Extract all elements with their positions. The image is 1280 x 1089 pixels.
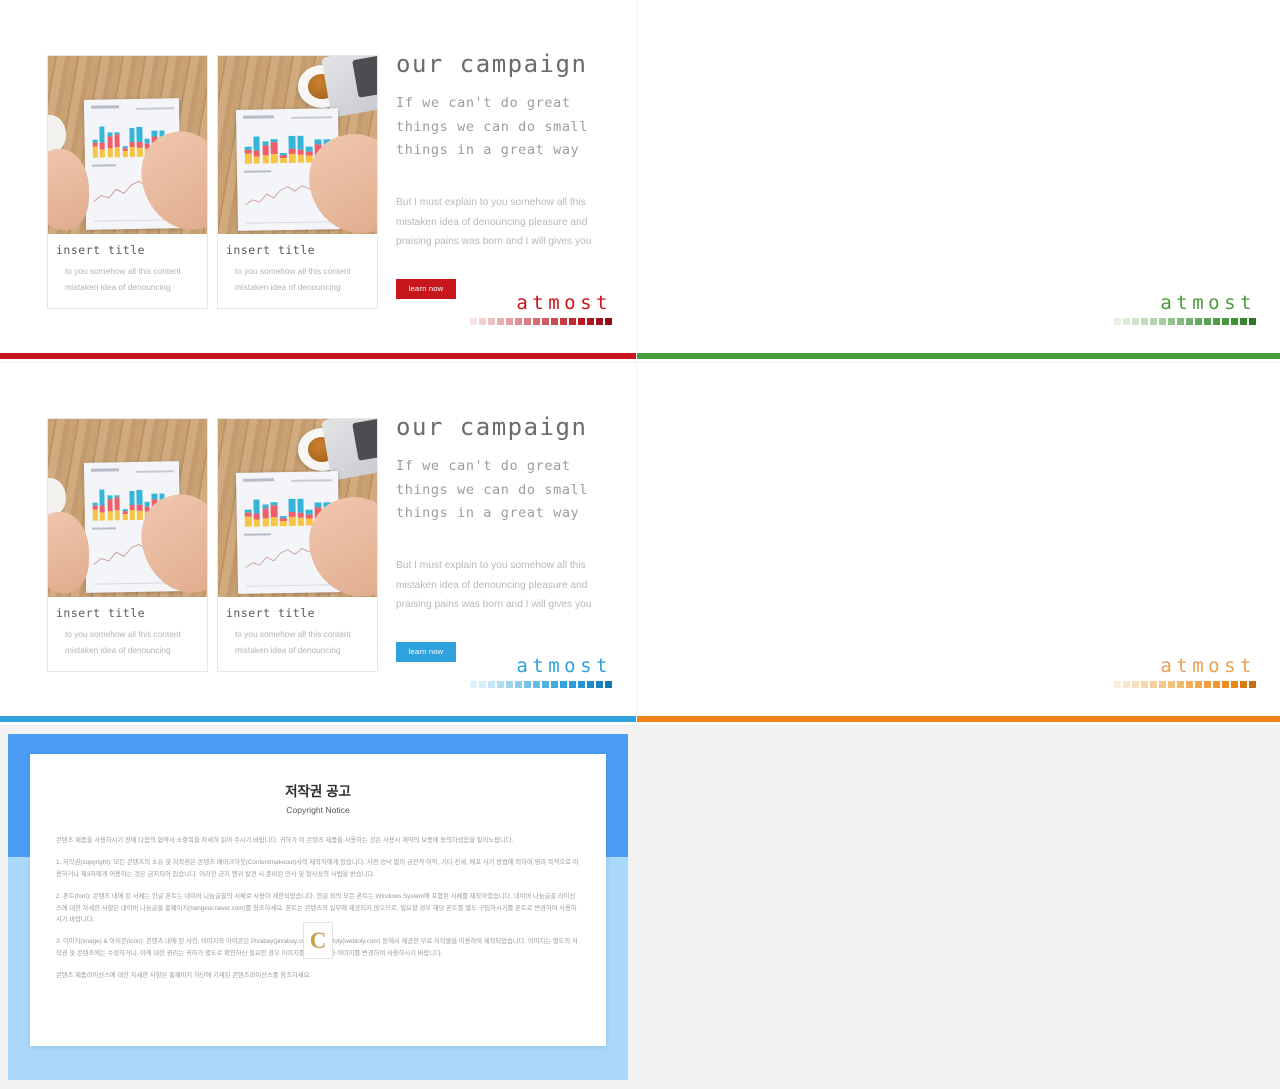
body-paragraph: But I must explain to you somehow all th… xyxy=(396,197,592,248)
slide-content: insert title to you somehow all this con… xyxy=(637,0,1280,353)
brand-logo: atmost xyxy=(1114,655,1256,688)
copyright-paragraph: 2. 폰트(font): 콘텐츠 내에 된 서체는 한글 폰트는 네이버 나눔글… xyxy=(56,893,577,924)
card-line-1: to you somehow all this content xyxy=(65,266,181,276)
card[interactable]: insert title to you somehow all this con… xyxy=(47,55,208,309)
brand-dot-strip xyxy=(1114,681,1256,688)
photo-hands-coffee-chart xyxy=(218,56,377,234)
slide-copyright-notice[interactable]: 저작권 공고 Copyright Notice 콘텐츠 제품을 사용하시기 전에… xyxy=(0,726,637,1089)
card-line-2: mistaken idea of denouncing xyxy=(235,645,341,655)
card-title: insert title xyxy=(56,243,146,257)
card-title: insert title xyxy=(226,243,316,257)
text-column: our campaign If we can't do great things… xyxy=(396,413,626,662)
accent-bar xyxy=(0,353,636,359)
text-column: our campaign If we can't do great things… xyxy=(396,50,626,299)
brand-dot-strip xyxy=(470,681,612,688)
copyright-frame: 저작권 공고 Copyright Notice 콘텐츠 제품을 사용하시기 전에… xyxy=(8,734,628,1080)
body-paragraph: But I must explain to you somehow all th… xyxy=(396,560,592,611)
brand-dot-strip xyxy=(1114,318,1256,325)
slide-content: insert title to you somehow all this con… xyxy=(0,0,636,353)
accent-bar xyxy=(637,716,1280,722)
copyright-paragraph: 콘텐츠 제품을 사용하시기 전에 다음의 협약서 소항목을 자세히 읽어 주시기… xyxy=(56,837,514,844)
copyright-paragraph: 1. 저작권(copyright): 모든 콘텐츠의 소유 및 저작권은 콘텐츠… xyxy=(56,859,579,878)
lead-text: If we can't do great things we can do sm… xyxy=(396,458,589,522)
slide-green[interactable]: insert title to you somehow all this con… xyxy=(637,0,1280,363)
card-line-1: to you somehow all this content xyxy=(65,629,181,639)
headline: our campaign xyxy=(396,50,588,78)
copyright-paragraph: 콘텐츠 제품라이선스에 대한 자세한 사항은 홈페이지 하단에 기재된 콘텐츠라… xyxy=(56,972,312,980)
copyright-watermark-icon: C xyxy=(303,922,333,959)
card-group: insert title to you somehow all this con… xyxy=(47,55,378,309)
copyright-paper: 저작권 공고 Copyright Notice 콘텐츠 제품을 사용하시기 전에… xyxy=(30,754,606,1046)
card-body: insert title to you somehow all this con… xyxy=(218,597,377,671)
card-body: insert title to you somehow all this con… xyxy=(48,234,207,308)
learn-now-button[interactable]: learn now xyxy=(396,279,456,299)
brand-name: atmost xyxy=(516,655,612,677)
brand-logo: atmost xyxy=(1114,292,1256,325)
copyright-title: 저작권 공고 xyxy=(285,784,351,799)
copyright-subtitle: Copyright Notice xyxy=(286,805,350,815)
lead-text: If we can't do great things we can do sm… xyxy=(396,95,589,159)
card[interactable]: insert title to you somehow all this con… xyxy=(47,418,208,672)
brand-name: atmost xyxy=(1160,292,1256,314)
slide-orange[interactable]: insert title to you somehow all this con… xyxy=(637,363,1280,726)
slide-red[interactable]: insert title to you somehow all this con… xyxy=(0,0,637,363)
brand-name: atmost xyxy=(1160,655,1256,677)
card-body: insert title to you somehow all this con… xyxy=(218,234,377,308)
brand-logo: atmost xyxy=(470,655,612,688)
card-line-1: to you somehow all this content xyxy=(235,266,351,276)
learn-now-button[interactable]: learn now xyxy=(396,642,456,662)
accent-bar xyxy=(637,353,1280,359)
card-body: insert title to you somehow all this con… xyxy=(48,597,207,671)
brand-dot-strip xyxy=(470,318,612,325)
empty-cell xyxy=(637,726,1280,1089)
card-line-2: mistaken idea of denouncing xyxy=(235,282,341,292)
slide-blue[interactable]: insert title to you somehow all this con… xyxy=(0,363,637,726)
accent-bar xyxy=(0,716,636,722)
headline: our campaign xyxy=(396,413,588,441)
card-title: insert title xyxy=(56,606,146,620)
photo-hands-chart xyxy=(48,419,207,597)
photo-hands-chart xyxy=(48,56,207,234)
card-line-2: mistaken idea of denouncing xyxy=(65,282,171,292)
brand-name: atmost xyxy=(516,292,612,314)
brand-logo: atmost xyxy=(470,292,612,325)
slide-content: insert title to you somehow all this con… xyxy=(637,363,1280,716)
card[interactable]: insert title to you somehow all this con… xyxy=(217,55,378,309)
slide-content: insert title to you somehow all this con… xyxy=(0,363,636,716)
card-title: insert title xyxy=(226,606,316,620)
card-line-1: to you somehow all this content xyxy=(235,629,351,639)
slide-grid: insert title to you somehow all this con… xyxy=(0,0,1280,1089)
card[interactable]: insert title to you somehow all this con… xyxy=(217,418,378,672)
card-line-2: mistaken idea of denouncing xyxy=(65,645,171,655)
card-group: insert title to you somehow all this con… xyxy=(47,418,378,672)
photo-hands-coffee-chart xyxy=(218,419,377,597)
